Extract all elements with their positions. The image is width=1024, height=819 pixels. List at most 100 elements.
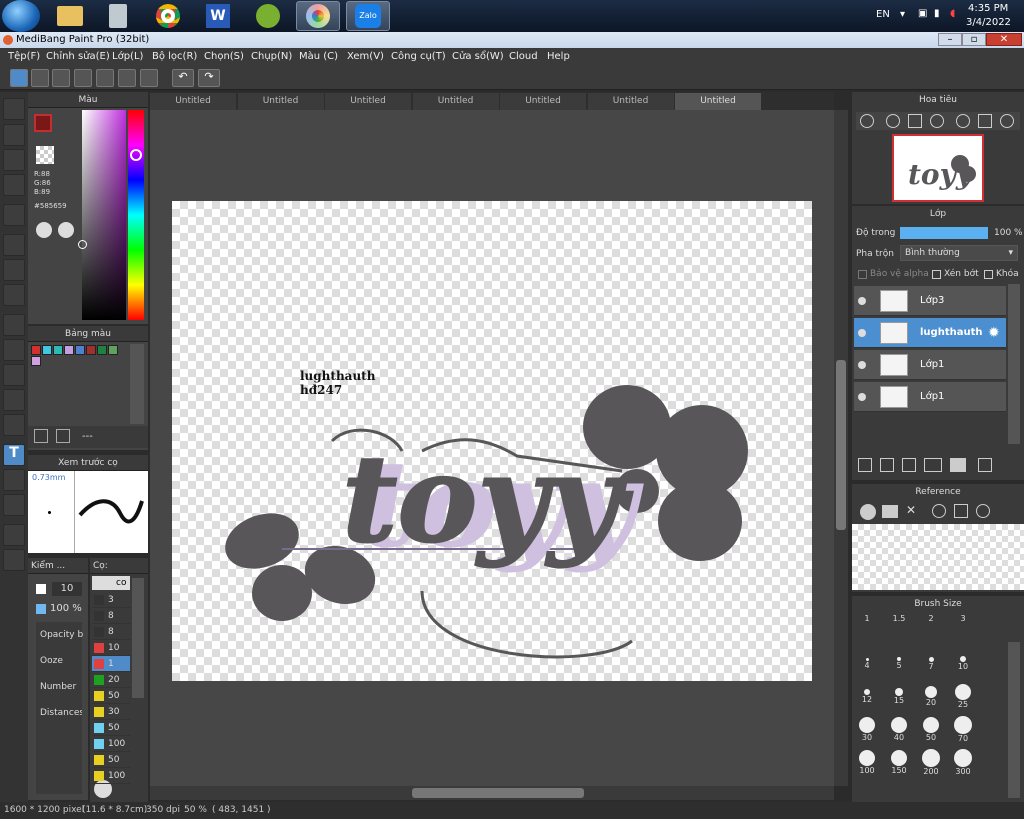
- dot-tool-icon[interactable]: [3, 174, 25, 196]
- brush-size-option[interactable]: 12: [852, 680, 882, 713]
- select-rect-tool-icon[interactable]: [3, 314, 25, 336]
- color-picker-icon[interactable]: [58, 222, 74, 238]
- duplicate-layer-icon[interactable]: [978, 458, 992, 472]
- palette-swatch[interactable]: [86, 345, 96, 355]
- vertical-scroll-thumb[interactable]: [836, 360, 846, 530]
- menu-window[interactable]: Cửa sổ(W): [452, 51, 504, 62]
- medibang-taskbar-button[interactable]: [296, 1, 340, 31]
- brush-size-option[interactable]: 300: [948, 746, 978, 779]
- new-palette-icon[interactable]: [34, 429, 48, 443]
- brush-size-option[interactable]: 1: [852, 614, 882, 647]
- shape-tool-icon[interactable]: [3, 149, 25, 171]
- reference-zoom-in-icon[interactable]: [932, 504, 946, 518]
- palette-swatch[interactable]: [75, 345, 85, 355]
- reference-close-icon[interactable]: ✕: [906, 503, 916, 517]
- bucket-tool-icon[interactable]: [3, 259, 25, 281]
- brush-size-option[interactable]: 25: [948, 680, 978, 713]
- document-tab[interactable]: Untitled: [237, 93, 324, 110]
- canvas-vertical-scrollbar[interactable]: [834, 110, 848, 786]
- menu-filter[interactable]: Bộ lọc(R): [152, 51, 197, 62]
- brush-size-option[interactable]: 15: [884, 680, 914, 713]
- eye-icon[interactable]: [858, 393, 866, 401]
- palette-swatch[interactable]: [64, 345, 74, 355]
- layer-row[interactable]: Lớp1: [854, 350, 1006, 380]
- document-tab[interactable]: Untitled: [412, 93, 499, 110]
- cloud-icon[interactable]: [10, 69, 28, 87]
- reference-fit-icon[interactable]: [954, 504, 968, 518]
- brush-list-item[interactable]: 1: [92, 656, 130, 672]
- brush-size-option[interactable]: 3: [948, 614, 978, 647]
- brush-list-item[interactable]: 50: [92, 720, 130, 736]
- palette-icon[interactable]: [36, 222, 52, 238]
- comment-icon[interactable]: [52, 69, 70, 87]
- brush-size-option[interactable]: 1.5: [884, 614, 914, 647]
- menu-help[interactable]: Help: [547, 51, 570, 62]
- explorer-taskbar-button[interactable]: [48, 1, 92, 31]
- eye-icon[interactable]: [858, 329, 866, 337]
- menu-select[interactable]: Chọn(S): [204, 51, 244, 62]
- reference-cloud-icon[interactable]: [860, 504, 876, 520]
- layer-row[interactable]: Lớp1: [854, 382, 1006, 412]
- clock-date[interactable]: 3/4/2022: [966, 17, 1011, 28]
- menu-capture[interactable]: Chụp(N): [251, 51, 292, 62]
- palette-swatch[interactable]: [31, 345, 41, 355]
- new-8bit-layer-icon[interactable]: [902, 458, 916, 472]
- fill-rect-tool-icon[interactable]: [3, 234, 25, 256]
- prop-number[interactable]: Number: [40, 682, 76, 692]
- eraser-tool-icon[interactable]: [3, 124, 25, 146]
- brush-size-option[interactable]: 5: [884, 647, 914, 680]
- brush-tool-icon[interactable]: [3, 98, 25, 120]
- volume-muted-icon[interactable]: ◖: [950, 8, 955, 19]
- layer-row[interactable]: lughthauth ✹: [854, 318, 1006, 348]
- hue-slider-handle[interactable]: [130, 149, 142, 161]
- sv-picker-handle[interactable]: [78, 240, 87, 249]
- brush-size-option[interactable]: 40: [884, 713, 914, 746]
- page-icon[interactable]: [96, 69, 114, 87]
- reset-view-icon[interactable]: [978, 114, 992, 128]
- rotate-left-icon[interactable]: [956, 114, 970, 128]
- menu-layer[interactable]: Lớp(L): [112, 51, 143, 62]
- brush-size-option[interactable]: 30: [852, 713, 882, 746]
- brush-list-item[interactable]: 8: [92, 608, 130, 624]
- zoom-in-icon[interactable]: [860, 114, 874, 128]
- brush-size-option[interactable]: 20: [916, 680, 946, 713]
- foreground-color-swatch[interactable]: [34, 114, 52, 132]
- zoom-out-icon[interactable]: [930, 114, 944, 128]
- text-tool-icon[interactable]: T: [3, 444, 25, 466]
- navigator-thumbnail[interactable]: toyy: [892, 134, 984, 202]
- zoom-icon[interactable]: [886, 114, 900, 128]
- layer-row[interactable]: Lớp3: [854, 286, 1006, 316]
- document-canvas[interactable]: lughthauth hđ247 toyy toyy: [172, 201, 812, 681]
- operation-tool-icon[interactable]: [3, 469, 25, 491]
- menu-tools[interactable]: Công cụ(T): [391, 51, 446, 62]
- folder-layer-icon[interactable]: [950, 458, 966, 472]
- document-tab[interactable]: Untitled: [675, 93, 761, 110]
- saturation-value-picker[interactable]: [82, 110, 126, 320]
- close-button[interactable]: ✕: [986, 33, 1022, 46]
- document-tab[interactable]: Untitled: [150, 93, 236, 110]
- brush-size-option[interactable]: 200: [916, 746, 946, 779]
- start-button[interactable]: [2, 0, 40, 32]
- eye-icon[interactable]: [858, 361, 866, 369]
- canvas-horizontal-scrollbar[interactable]: [150, 786, 834, 800]
- network-icon[interactable]: ▣: [918, 8, 927, 19]
- new-halftone-layer-icon[interactable]: [880, 458, 894, 472]
- brush-list-scrollbar[interactable]: [132, 578, 144, 698]
- transparent-color-swatch[interactable]: [36, 146, 54, 164]
- opacity-value[interactable]: 100 %: [50, 603, 82, 614]
- horizontal-scroll-thumb[interactable]: [412, 788, 584, 798]
- palette-swatch[interactable]: [53, 345, 63, 355]
- brush-size-option[interactable]: 2: [916, 614, 946, 647]
- brush-list-item[interactable]: 100: [92, 736, 130, 752]
- brush-list-item[interactable]: 50: [92, 688, 130, 704]
- brush-size-scrollbar[interactable]: [1008, 642, 1020, 798]
- gradient-tool-icon[interactable]: [3, 284, 25, 306]
- brush-list-item[interactable]: 50: [92, 752, 130, 768]
- prop-distance[interactable]: Distances: [40, 708, 82, 718]
- layer-scrollbar[interactable]: [1008, 284, 1020, 444]
- add-layer-menu-icon[interactable]: [924, 458, 942, 472]
- brush-size-option[interactable]: 50: [916, 713, 946, 746]
- brush-size-option[interactable]: 100: [852, 746, 882, 779]
- eye-icon[interactable]: [858, 297, 866, 305]
- document-tab[interactable]: Untitled: [587, 93, 674, 110]
